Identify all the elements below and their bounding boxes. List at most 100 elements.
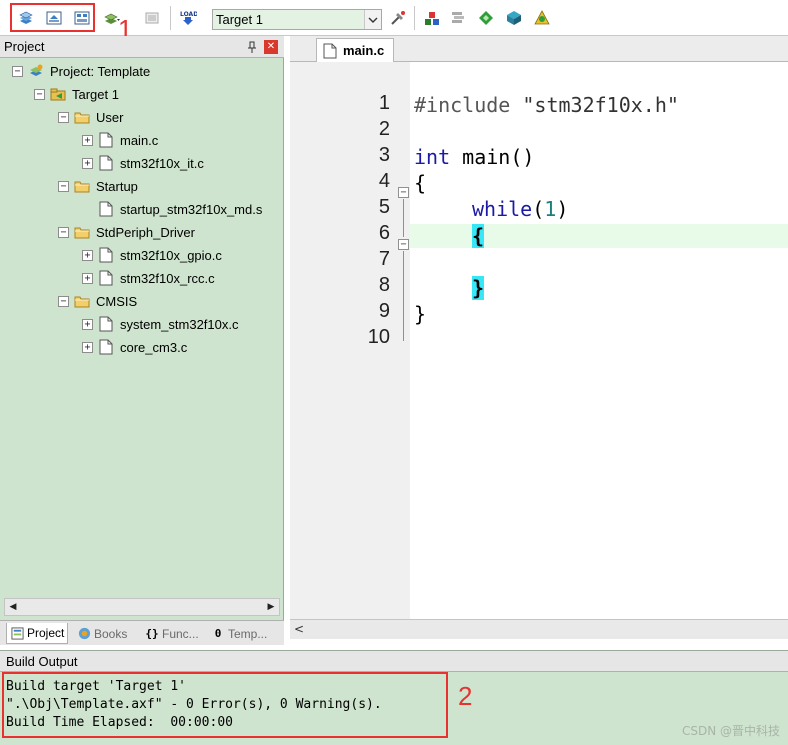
panel-tab-books[interactable]: Books bbox=[74, 623, 130, 644]
panel-tab-temp[interactable]: 0 Temp... bbox=[208, 623, 270, 644]
batch-build-icon[interactable] bbox=[102, 8, 122, 28]
tree-item[interactable]: − Project: Template bbox=[12, 60, 150, 82]
line-number-gutter: − − 1 2 3 4 5 6 7 8 9 10 bbox=[290, 62, 410, 619]
translate-icon[interactable] bbox=[16, 8, 36, 28]
tree-item[interactable]: + system_stm32f10x.c bbox=[82, 313, 239, 335]
expand-icon[interactable]: + bbox=[82, 341, 93, 353]
tree-item[interactable]: + core_cm3.c bbox=[82, 336, 187, 358]
tree-item-label: startup_stm32f10x_md.s bbox=[120, 201, 263, 217]
file-icon bbox=[98, 155, 114, 171]
file-icon bbox=[98, 339, 114, 355]
fold-collapse-icon[interactable]: − bbox=[398, 187, 409, 198]
collapse-icon[interactable]: − bbox=[58, 180, 69, 192]
collapse-icon[interactable]: − bbox=[12, 65, 23, 77]
collapse-icon[interactable]: − bbox=[58, 295, 69, 307]
tree-item[interactable]: − StdPeriph_Driver bbox=[58, 221, 195, 243]
build-output-line: ".\Obj\Template.axf" - 0 Error(s), 0 War… bbox=[6, 697, 382, 712]
expand-icon[interactable]: + bbox=[82, 272, 93, 284]
line-number: 5 bbox=[378, 196, 390, 218]
tree-item[interactable]: − User bbox=[58, 106, 123, 128]
line-number: 9 bbox=[378, 300, 390, 322]
tab-main-c[interactable]: main.c bbox=[316, 38, 394, 62]
target-icon bbox=[50, 86, 66, 102]
expand-icon[interactable]: + bbox=[82, 249, 93, 261]
tree-item[interactable]: − CMSIS bbox=[58, 290, 137, 312]
file-icon bbox=[323, 43, 337, 58]
annotation-number-2: 2 bbox=[458, 681, 473, 711]
folder-icon bbox=[74, 109, 90, 125]
tree-item[interactable]: − Startup bbox=[58, 175, 138, 197]
target-select[interactable]: Target 1 bbox=[212, 9, 382, 30]
pack-installer-icon[interactable] bbox=[504, 8, 524, 28]
toolbar: 1 LOAD Target 1 bbox=[0, 0, 788, 42]
build-output-header: Build Output bbox=[0, 651, 788, 672]
chevron-down-icon[interactable] bbox=[364, 10, 381, 29]
tree-item[interactable]: + stm32f10x_rcc.c bbox=[82, 267, 215, 289]
folder-icon bbox=[74, 178, 90, 194]
watermark: CSDN @晋中科技 bbox=[681, 724, 780, 738]
tree-item-label: stm32f10x_it.c bbox=[120, 155, 204, 171]
tree-item[interactable]: startup_stm32f10x_md.s bbox=[82, 198, 262, 220]
editor-tab-strip: main.c bbox=[290, 36, 788, 62]
project-icon bbox=[28, 63, 44, 79]
stop-build-icon[interactable] bbox=[142, 8, 162, 28]
build-icon[interactable] bbox=[44, 8, 64, 28]
collapse-icon[interactable]: − bbox=[34, 88, 45, 100]
target-options-icon[interactable] bbox=[388, 8, 408, 28]
scroll-right-icon[interactable]: ▶ bbox=[263, 599, 279, 615]
code-area[interactable]: #include "stm32f10x.h" int main() { whil… bbox=[410, 62, 788, 619]
target-select-value: Target 1 bbox=[216, 12, 263, 27]
line-number: 4 bbox=[378, 170, 390, 192]
code-line-3: int main() bbox=[414, 145, 535, 169]
select-packs-icon[interactable] bbox=[476, 8, 496, 28]
tree-item-label: User bbox=[96, 109, 124, 125]
file-icon bbox=[98, 247, 114, 263]
line-number: 1 bbox=[378, 92, 390, 114]
panel-tab-func[interactable]: {} Func... bbox=[142, 623, 202, 644]
project-horizontal-scrollbar[interactable]: ◀ ▶ bbox=[4, 598, 280, 616]
file-extensions-icon[interactable] bbox=[422, 8, 442, 28]
editor-horizontal-scrollbar[interactable]: < bbox=[290, 619, 788, 639]
project-panel-header: Project bbox=[0, 36, 284, 58]
expand-icon[interactable]: + bbox=[82, 134, 93, 146]
close-icon[interactable]: ✕ bbox=[264, 40, 278, 54]
tree-item[interactable]: + stm32f10x_it.c bbox=[82, 152, 204, 174]
tree-item-label: stm32f10x_gpio.c bbox=[120, 247, 222, 263]
code-line-4: { bbox=[414, 171, 427, 195]
tree-item-label: Target 1 bbox=[72, 86, 119, 102]
build-output-line: Build target 'Target 1' bbox=[6, 679, 187, 694]
file-icon bbox=[98, 132, 114, 148]
panel-tab-project[interactable]: Project bbox=[6, 623, 69, 644]
expand-icon[interactable]: + bbox=[82, 318, 93, 330]
project-panel-title: Project bbox=[4, 39, 45, 54]
panel-tab-label: Project bbox=[27, 626, 65, 640]
collapse-icon[interactable]: − bbox=[58, 226, 69, 238]
collapse-icon[interactable]: − bbox=[58, 111, 69, 123]
tree-item[interactable]: − Target 1 bbox=[34, 83, 119, 105]
tree-item-label: main.c bbox=[120, 132, 159, 148]
books-icon bbox=[77, 627, 91, 641]
tree-item-label: core_cm3.c bbox=[120, 339, 188, 355]
rte-icon[interactable] bbox=[532, 8, 552, 28]
code-line-9: } bbox=[414, 302, 427, 326]
project-tree: − Project: Template − Target 1− User + main.c +… bbox=[0, 58, 284, 598]
project-panel-tabs: Project Books {} Func... 0 Temp... bbox=[0, 620, 284, 645]
file-icon bbox=[98, 316, 114, 332]
rebuild-icon[interactable] bbox=[72, 8, 92, 28]
folder-icon bbox=[74, 224, 90, 240]
file-icon bbox=[98, 201, 114, 217]
download-icon[interactable]: LOAD bbox=[178, 8, 198, 28]
code-line-6: { bbox=[472, 224, 485, 248]
fold-collapse-icon[interactable]: − bbox=[398, 239, 409, 250]
code-editor: main.c − − 1 2 3 4 5 6 7 8 9 10 #include "stm32f1… bbox=[290, 36, 788, 645]
tree-item[interactable]: + main.c bbox=[82, 129, 158, 151]
pin-icon[interactable] bbox=[245, 40, 259, 54]
expand-icon[interactable]: + bbox=[82, 157, 93, 169]
tree-item-label: Startup bbox=[96, 178, 138, 194]
line-number: 10 bbox=[367, 326, 390, 348]
tree-item[interactable]: + stm32f10x_gpio.c bbox=[82, 244, 222, 266]
scroll-left-icon[interactable]: ◀ bbox=[5, 599, 21, 615]
line-number: 2 bbox=[378, 118, 390, 140]
scroll-left-icon[interactable]: < bbox=[294, 622, 304, 636]
manage-components-icon[interactable] bbox=[448, 8, 468, 28]
